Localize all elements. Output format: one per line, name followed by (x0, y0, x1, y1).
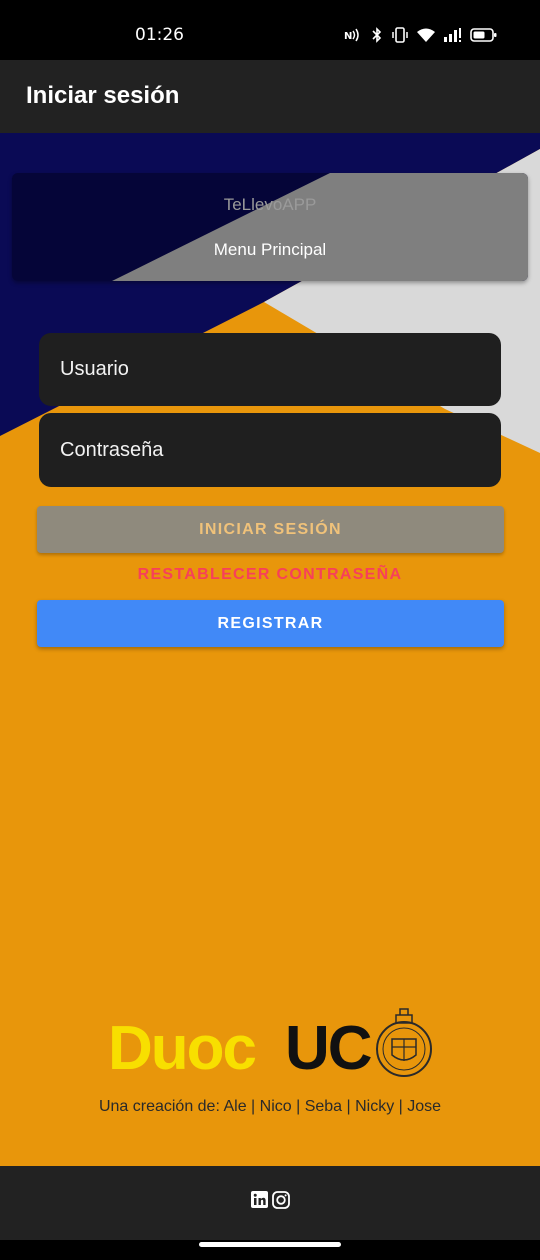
credits-text: Una creación de: Ale | Nico | Seba | Nic… (98, 1098, 442, 1115)
wifi-icon (416, 27, 436, 48)
status-icons: N (344, 26, 498, 49)
linkedin-icon[interactable] (251, 1191, 268, 1214)
password-field[interactable] (60, 413, 480, 487)
university-seal-icon (376, 1008, 432, 1077)
signal-icon (444, 27, 462, 48)
nfc-icon: N (344, 27, 362, 48)
system-navigation-bar (0, 1240, 540, 1260)
home-indicator[interactable] (199, 1242, 341, 1247)
page-title: Iniciar sesión (26, 82, 180, 109)
logo-uc-text: UC (285, 1014, 373, 1083)
login-button[interactable]: INICIAR SESIÓN (37, 506, 504, 553)
register-button[interactable]: REGISTRAR (37, 600, 504, 647)
svg-text:N: N (344, 31, 352, 42)
vibrate-icon (392, 26, 408, 49)
footer-icons (251, 1191, 290, 1214)
header-card: TeLlevoAPP Menu Principal (12, 173, 528, 281)
app-name: TeLlevoAPP (223, 195, 317, 214)
footer (0, 1166, 540, 1240)
username-field[interactable] (60, 333, 480, 406)
status-bar: 01:26 N (0, 0, 540, 60)
duoc-uc-logo: Duoc UC (108, 1005, 433, 1083)
app-bar: Iniciar sesión (0, 60, 540, 133)
password-field-container (39, 413, 501, 487)
status-time: 01:26 (135, 25, 184, 45)
reset-password-button[interactable]: RESTABLECER CONTRASEÑA (0, 566, 540, 584)
username-field-container (39, 333, 501, 406)
battery-icon (470, 27, 498, 48)
instagram-icon[interactable] (272, 1191, 290, 1214)
bluetooth-icon (370, 26, 384, 49)
logo-duoc-text: Duoc (108, 1014, 257, 1083)
card-subtitle: Menu Principal (213, 240, 327, 259)
